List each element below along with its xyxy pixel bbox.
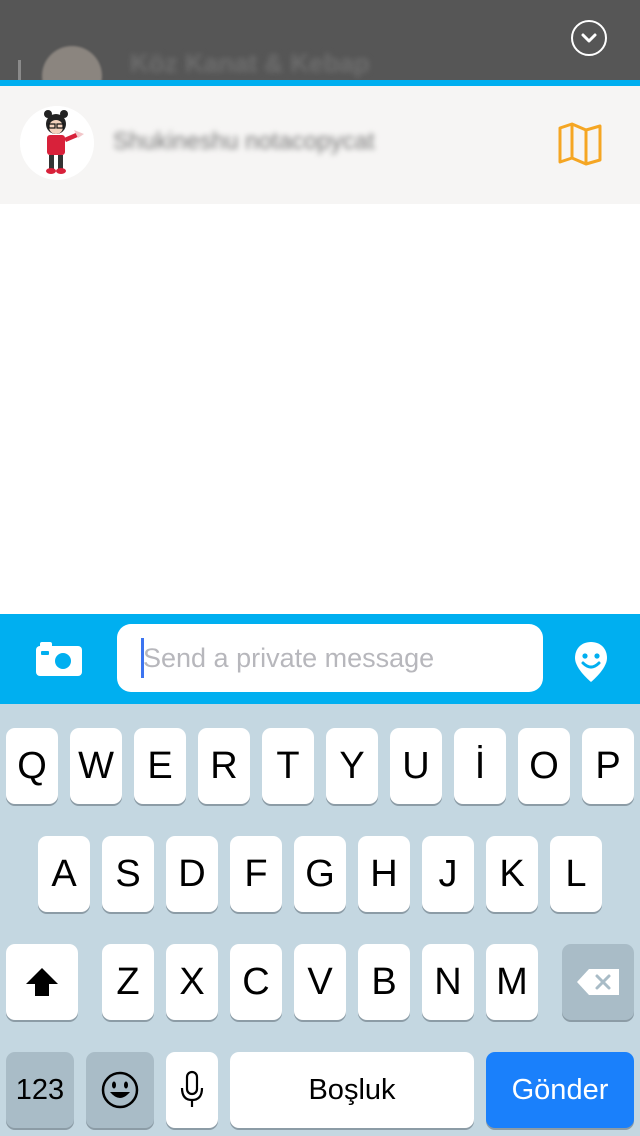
- key-l[interactable]: L: [550, 836, 602, 912]
- contact-header[interactable]: Shukineshu notacopycat: [0, 86, 640, 204]
- map-icon: [558, 122, 602, 166]
- key-z[interactable]: Z: [102, 944, 154, 1020]
- space-key[interactable]: Boşluk: [230, 1052, 474, 1128]
- previous-chat-header[interactable]: Köz Kanat & Kebap: [0, 0, 640, 80]
- key-q[interactable]: Q: [6, 728, 58, 804]
- key-s[interactable]: S: [102, 836, 154, 912]
- key-o[interactable]: O: [518, 728, 570, 804]
- send-key-label: Gönder: [511, 1073, 609, 1106]
- avatar-illustration: [20, 106, 94, 180]
- message-composer: [0, 614, 640, 704]
- conversation-area[interactable]: [0, 204, 640, 614]
- mood-button[interactable]: [572, 640, 610, 684]
- camera-button[interactable]: [34, 642, 84, 678]
- key-r[interactable]: R: [198, 728, 250, 804]
- numbers-key-label: 123: [15, 1073, 65, 1106]
- collapse-button[interactable]: [571, 20, 607, 56]
- key-w[interactable]: W: [70, 728, 122, 804]
- key-a[interactable]: A: [38, 836, 90, 912]
- key-p[interactable]: P: [582, 728, 634, 804]
- key-j[interactable]: J: [422, 836, 474, 912]
- key-h[interactable]: H: [358, 836, 410, 912]
- key-f[interactable]: F: [230, 836, 282, 912]
- key-k[interactable]: K: [486, 836, 538, 912]
- smiley-pin-icon: [575, 642, 607, 682]
- space-key-label: Boşluk: [308, 1073, 396, 1106]
- emoji-icon: [101, 1071, 139, 1109]
- key-b[interactable]: B: [358, 944, 410, 1020]
- key-t[interactable]: T: [262, 728, 314, 804]
- dictation-key[interactable]: [166, 1052, 218, 1128]
- key-y[interactable]: Y: [326, 728, 378, 804]
- key-e[interactable]: E: [134, 728, 186, 804]
- contact-name: Shukineshu notacopycat: [113, 128, 375, 155]
- key-m[interactable]: M: [486, 944, 538, 1020]
- chevron-down-circle-icon: [581, 33, 597, 43]
- backspace-icon: [577, 969, 619, 995]
- shift-key[interactable]: [6, 944, 78, 1020]
- text-caret: [141, 638, 144, 678]
- key-dotted-i[interactable]: İ: [454, 728, 506, 804]
- key-c[interactable]: C: [230, 944, 282, 1020]
- map-button[interactable]: [556, 122, 604, 166]
- shift-icon: [26, 968, 58, 996]
- numbers-key[interactable]: 123: [6, 1052, 74, 1128]
- key-u[interactable]: U: [390, 728, 442, 804]
- message-input[interactable]: [117, 624, 543, 692]
- keyboard: Q W E R T Y U İ O P A S D F G H J K L Z …: [0, 704, 640, 1136]
- backspace-key[interactable]: [562, 944, 634, 1020]
- send-key[interactable]: Gönder: [486, 1052, 634, 1128]
- contact-avatar[interactable]: [20, 106, 94, 180]
- previous-chat-avatar: [42, 46, 102, 80]
- key-v[interactable]: V: [294, 944, 346, 1020]
- camera-icon: [36, 642, 82, 676]
- key-n[interactable]: N: [422, 944, 474, 1020]
- microphone-icon: [180, 1070, 204, 1107]
- key-g[interactable]: G: [294, 836, 346, 912]
- key-d[interactable]: D: [166, 836, 218, 912]
- header-divider: [18, 60, 21, 80]
- emoji-key[interactable]: [86, 1052, 154, 1128]
- previous-chat-title: Köz Kanat & Kebap: [130, 48, 370, 78]
- key-x[interactable]: X: [166, 944, 218, 1020]
